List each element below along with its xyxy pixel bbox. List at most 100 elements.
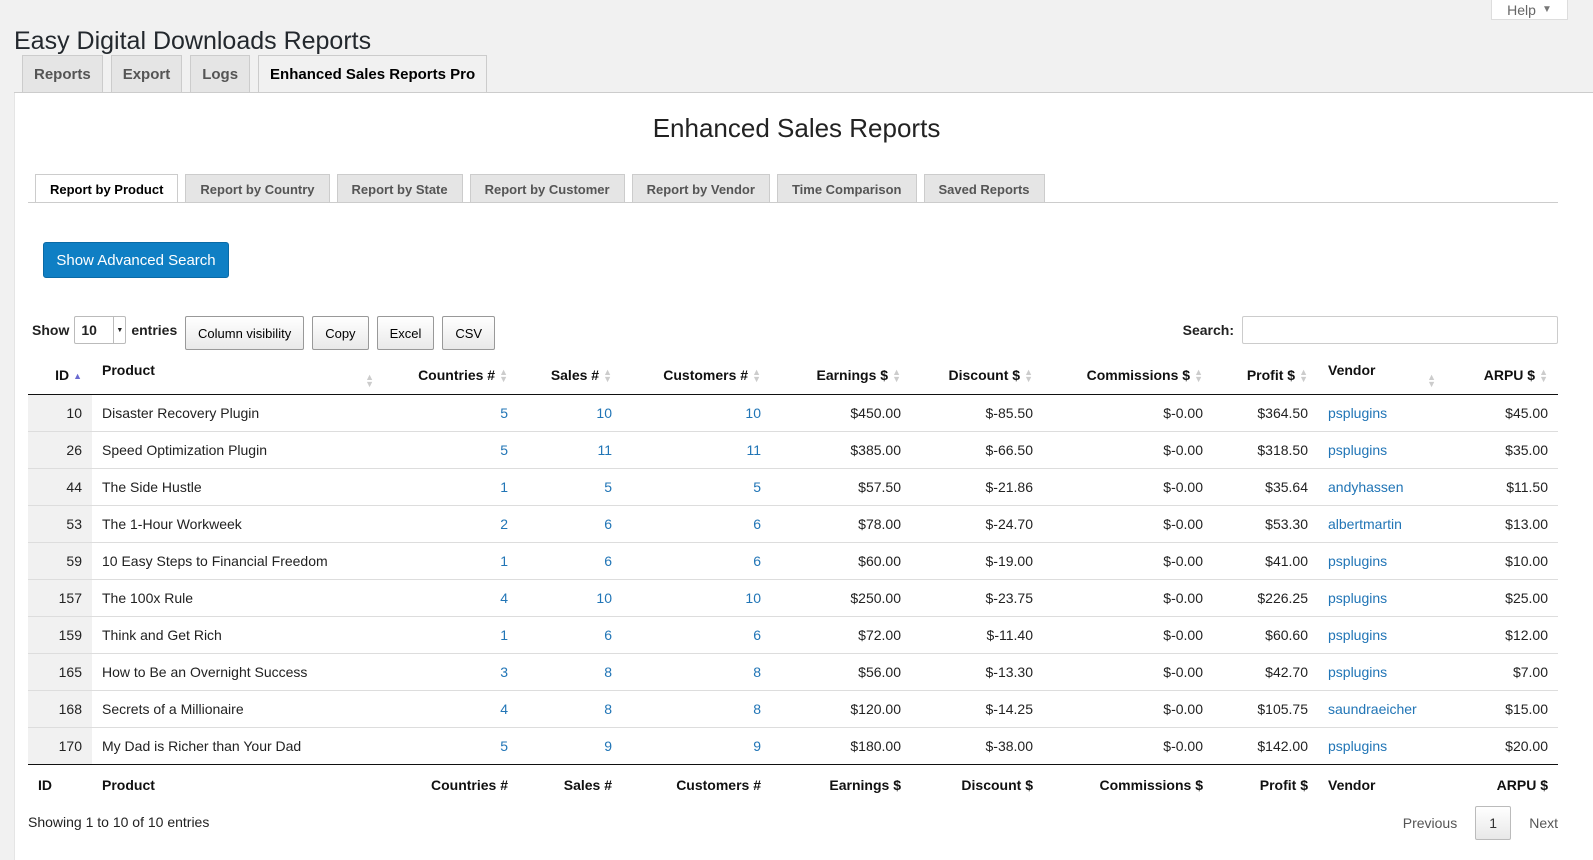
cell-sales-link[interactable]: 5: [604, 479, 612, 495]
search-input[interactable]: [1242, 316, 1558, 344]
csv-button[interactable]: CSV: [442, 316, 496, 350]
cell-customers-link[interactable]: 9: [753, 738, 761, 754]
entries-select[interactable]: 10 ▼: [74, 316, 127, 344]
caret-down-icon: ▼: [1541, 4, 1552, 15]
cell-countries-link[interactable]: 1: [500, 553, 508, 569]
cell-sales: 9: [518, 726, 622, 764]
cell-sales-link[interactable]: 10: [596, 590, 612, 606]
subtab-time-comparison[interactable]: Time Comparison: [776, 174, 917, 203]
cell-commissions: $-0.00: [1043, 652, 1213, 690]
cell-customers-link[interactable]: 10: [745, 590, 761, 606]
cell-product: My Dad is Richer than Your Dad: [92, 726, 384, 764]
sort-icon: ▲ ▼: [1427, 371, 1436, 389]
cell-sales: 8: [518, 689, 622, 727]
cell-customers-link[interactable]: 11: [746, 442, 761, 458]
tab-logs[interactable]: Logs: [190, 55, 251, 93]
subtab-report-by-state[interactable]: Report by State: [336, 174, 463, 203]
cell-earnings: $120.00: [771, 689, 911, 727]
cell-customers-link[interactable]: 5: [753, 479, 761, 495]
cell-sales: 10: [518, 394, 622, 431]
cell-discount: $-85.50: [985, 404, 1033, 421]
cell-countries: 1: [384, 615, 518, 653]
cell-customers-link[interactable]: 6: [753, 516, 761, 532]
subtab-report-by-product[interactable]: Report by Product: [35, 174, 179, 203]
cell-vendor-link[interactable]: psplugins: [1328, 553, 1387, 569]
cell-customers-link[interactable]: 6: [753, 553, 761, 569]
cell-sales-link[interactable]: 8: [604, 701, 612, 717]
tab-export[interactable]: Export: [110, 55, 183, 93]
cell-product: The Side Hustle: [92, 467, 384, 505]
subtab-saved-reports[interactable]: Saved Reports: [923, 174, 1045, 203]
cell-vendor-link[interactable]: psplugins: [1328, 590, 1387, 606]
column-visibility-button[interactable]: Column visibility: [185, 316, 305, 350]
column-header-arpu[interactable]: ARPU $ ▲ ▼: [1446, 356, 1558, 395]
cell-countries-link[interactable]: 5: [500, 738, 508, 754]
cell-countries-link[interactable]: 4: [500, 590, 508, 606]
cell-countries: 1: [384, 541, 518, 579]
cell-id: 59: [28, 541, 92, 579]
help-label: Help: [1507, 1, 1536, 18]
cell-countries-link[interactable]: 1: [500, 479, 508, 495]
cell-vendor-link[interactable]: psplugins: [1328, 664, 1387, 680]
column-header-discount[interactable]: Discount $ ▲ ▼: [911, 356, 1043, 395]
cell-countries-link[interactable]: 5: [500, 405, 508, 421]
column-header-countries[interactable]: Countries # ▲ ▼: [384, 356, 518, 395]
cell-customers-link[interactable]: 8: [753, 701, 761, 717]
copy-button[interactable]: Copy: [312, 316, 369, 350]
footer-customers: Customers #: [622, 763, 771, 806]
tab-reports[interactable]: Reports: [22, 55, 103, 93]
cell-sales-link[interactable]: 11: [597, 442, 612, 458]
cell-vendor-link[interactable]: albertmartin: [1328, 516, 1402, 532]
sort-icon: ▲ ▼: [1299, 366, 1308, 384]
cell-discount: $-13.30: [911, 652, 1043, 690]
help-button[interactable]: Help ▼: [1491, 0, 1568, 20]
next-button[interactable]: Next: [1529, 815, 1558, 831]
cell-customers-link[interactable]: 6: [753, 627, 761, 643]
column-header-earnings[interactable]: Earnings $ ▲ ▼: [771, 356, 911, 395]
cell-vendor-link[interactable]: psplugins: [1328, 405, 1387, 421]
cell-countries-link[interactable]: 5: [500, 442, 508, 458]
column-header-sales[interactable]: Sales # ▲ ▼: [518, 356, 622, 395]
tab-enhanced-sales-reports-pro[interactable]: Enhanced Sales Reports Pro: [258, 55, 488, 93]
column-header-product[interactable]: Product ▲ ▼: [92, 356, 384, 395]
cell-customers-link[interactable]: 8: [753, 664, 761, 680]
sort-icon: ▲ ▼: [1539, 366, 1548, 384]
cell-sales-link[interactable]: 8: [604, 664, 612, 680]
cell-id: 10: [28, 394, 92, 431]
page-1-button[interactable]: 1: [1475, 806, 1512, 840]
cell-discount: $-21.86: [911, 467, 1043, 505]
column-header-vendor[interactable]: Vendor ▲ ▼: [1318, 356, 1446, 395]
column-header-id[interactable]: ID ▲: [28, 356, 92, 395]
excel-button[interactable]: Excel: [376, 316, 435, 350]
cell-sales-link[interactable]: 9: [604, 738, 612, 754]
cell-sales-link[interactable]: 6: [604, 627, 612, 643]
cell-sales-link[interactable]: 10: [596, 405, 612, 421]
cell-countries-link[interactable]: 1: [500, 627, 508, 643]
subtab-report-by-vendor[interactable]: Report by Vendor: [631, 174, 770, 203]
cell-sales-link[interactable]: 6: [604, 553, 612, 569]
column-header-profit[interactable]: Profit $ ▲ ▼: [1213, 356, 1318, 395]
cell-countries-link[interactable]: 2: [500, 516, 508, 532]
show-advanced-search-button[interactable]: Show Advanced Search: [43, 242, 229, 278]
cell-vendor-link[interactable]: psplugins: [1328, 738, 1387, 754]
footer-earnings: Earnings $: [771, 763, 911, 806]
subtab-report-by-customer[interactable]: Report by Customer: [469, 174, 625, 203]
column-header-commissions[interactable]: Commissions $ ▲ ▼: [1043, 356, 1213, 395]
cell-arpu: $35.00: [1446, 430, 1558, 468]
cell-vendor-link[interactable]: saundraeicher: [1328, 701, 1417, 717]
column-header-customers[interactable]: Customers # ▲ ▼: [622, 356, 771, 395]
cell-customers-link[interactable]: 10: [745, 405, 761, 421]
cell-earnings: $385.00: [771, 430, 911, 468]
previous-button[interactable]: Previous: [1403, 815, 1457, 831]
cell-customers: 6: [622, 615, 771, 653]
cell-sales-link[interactable]: 6: [604, 516, 612, 532]
cell-profit: $364.50: [1257, 404, 1308, 421]
subtab-report-by-country[interactable]: Report by Country: [185, 174, 330, 203]
table-row: 26 Speed Optimization Plugin 5 11 11 $385.00 $…: [28, 430, 1558, 468]
cell-vendor-link[interactable]: psplugins: [1328, 442, 1387, 458]
cell-countries-link[interactable]: 3: [500, 664, 508, 680]
cell-vendor-link[interactable]: psplugins: [1328, 627, 1387, 643]
cell-countries-link[interactable]: 4: [500, 701, 508, 717]
cell-vendor-link[interactable]: andyhassen: [1328, 479, 1404, 495]
cell-sales: 6: [518, 541, 622, 579]
